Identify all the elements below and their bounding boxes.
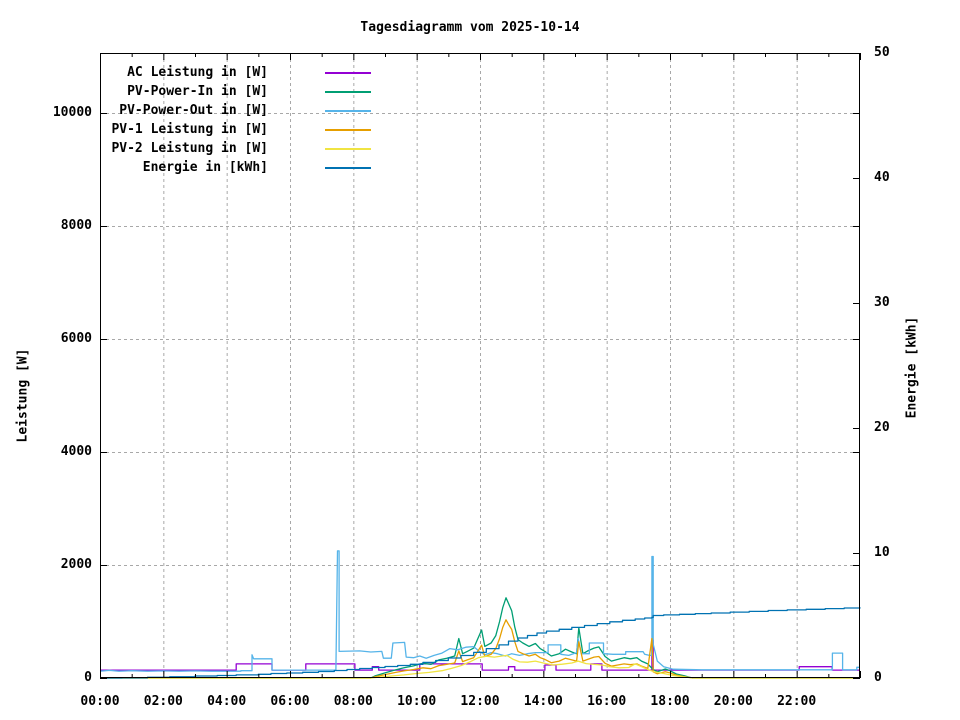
x-tick-label: 04:00	[207, 694, 247, 709]
y-tick-label: 0	[84, 670, 92, 685]
y-tick-label: 8000	[60, 218, 92, 233]
daily-pv-chart: Tagesdiagramm vom 2025-10-14 Leistung [W…	[0, 0, 960, 720]
x-tick-label: 08:00	[333, 694, 373, 709]
legend-row: PV-Power-Out in [W]	[100, 101, 371, 120]
legend-label: PV-2 Leistung in [W]	[111, 141, 268, 156]
y2-tick-label: 30	[874, 295, 890, 310]
legend-line-swatch	[325, 71, 371, 74]
x-tick-label: 20:00	[713, 694, 753, 709]
legend-label: PV-Power-Out in [W]	[119, 103, 268, 118]
y-tick-label: 4000	[60, 444, 92, 459]
legend-row: Energie in [kWh]	[100, 158, 371, 177]
y-tick-label: 10000	[52, 105, 92, 120]
y-axis-label: Leistung [W]	[15, 348, 31, 443]
x-tick-label: 12:00	[460, 694, 500, 709]
x-tick-label: 02:00	[143, 694, 183, 709]
legend-line-swatch	[325, 109, 371, 112]
y2-tick-label: 40	[874, 170, 890, 185]
y2-tick-label: 0	[874, 670, 882, 685]
x-tick-label: 22:00	[777, 694, 817, 709]
x-tick-label: 06:00	[270, 694, 310, 709]
x-tick-label: 10:00	[397, 694, 437, 709]
legend-label: Energie in [kWh]	[142, 160, 268, 175]
legend-row: PV-Power-In in [W]	[100, 82, 371, 101]
y2-tick-label: 10	[874, 545, 890, 560]
legend-line-swatch	[325, 90, 371, 93]
y2-tick-label: 20	[874, 420, 890, 435]
x-tick-label: 14:00	[523, 694, 563, 709]
legend-row: PV-1 Leistung in [W]	[100, 120, 371, 139]
legend: AC Leistung in [W] PV-Power-In in [W] PV-P…	[100, 63, 371, 177]
y2-axis-label: Energie [kWh]	[904, 316, 920, 419]
legend-label: AC Leistung in [W]	[127, 65, 268, 80]
legend-label: PV-Power-In in [W]	[127, 84, 268, 99]
legend-label: PV-1 Leistung in [W]	[111, 122, 268, 137]
legend-row: PV-2 Leistung in [W]	[100, 139, 371, 158]
legend-row: AC Leistung in [W]	[100, 63, 371, 82]
y-tick-label: 2000	[60, 557, 92, 572]
x-tick-label: 00:00	[80, 694, 120, 709]
legend-line-swatch	[325, 128, 371, 131]
legend-line-swatch	[325, 147, 371, 150]
legend-line-swatch	[325, 166, 371, 169]
x-tick-label: 18:00	[650, 694, 690, 709]
chart-title: Tagesdiagramm vom 2025-10-14	[360, 20, 580, 35]
y-tick-label: 6000	[60, 331, 92, 346]
y2-tick-label: 50	[874, 45, 890, 60]
x-tick-label: 16:00	[587, 694, 627, 709]
